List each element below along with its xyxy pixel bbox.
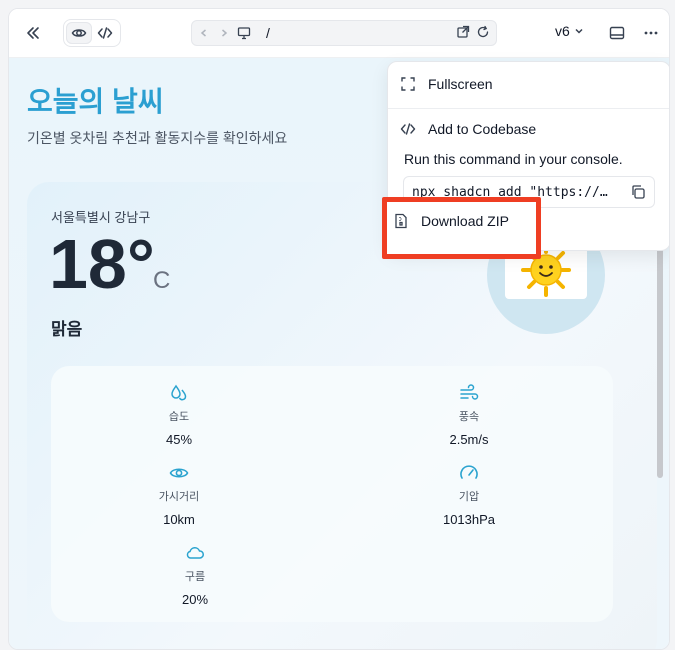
monitor-icon [237, 27, 251, 40]
toggle-panel-button[interactable] [605, 21, 629, 45]
stat-pressure: 기압 1013hPa [409, 462, 529, 527]
refresh-icon [477, 25, 489, 38]
code-tab[interactable] [92, 22, 118, 44]
fullscreen-icon [401, 77, 415, 91]
menu-item-label: Download ZIP [421, 213, 509, 229]
chevron-left-icon [200, 29, 206, 37]
stat-label: 가시거리 [158, 491, 200, 503]
stat-value: 45% [165, 432, 193, 447]
menu-description: Run this command in your console. [404, 151, 623, 167]
version-select[interactable]: v6 [555, 23, 584, 39]
stat-label: 풍속 [458, 411, 480, 423]
stat-cloud: 구름 20% [135, 542, 255, 607]
external-link-icon [457, 25, 470, 38]
temperature-value: 18° [49, 225, 155, 303]
code-icon [400, 123, 416, 135]
stat-label: 기압 [458, 491, 480, 503]
eye-icon [169, 468, 189, 478]
back-button[interactable] [196, 25, 212, 41]
weather-card: 서울특별시 강남구 18° C 맑음 습도 45% 풍속 2.5m/s 가시거리… [27, 182, 657, 649]
code-icon [97, 27, 113, 39]
toolbar: / v6 [9, 9, 669, 58]
open-new-tab-button[interactable] [456, 25, 470, 44]
device-button[interactable] [236, 25, 252, 41]
cloud-icon [186, 547, 204, 559]
page-subtitle: 기온별 옷차림 추천과 활동지수를 확인하세요 [27, 130, 288, 146]
wind-icon [460, 384, 479, 400]
stat-value: 10km [163, 512, 195, 527]
url-path[interactable]: / [266, 25, 270, 41]
page-title: 오늘의 날씨 [27, 86, 164, 117]
menu-divider [388, 108, 669, 109]
url-bar: / [191, 20, 497, 46]
chevron-down-icon [575, 28, 583, 34]
stat-value: 1013hPa [442, 512, 496, 527]
stat-value: 2.5m/s [449, 432, 489, 447]
weather-condition: 맑음 [51, 320, 83, 339]
copy-button[interactable] [630, 184, 646, 205]
stat-wind: 풍속 2.5m/s [409, 382, 529, 447]
menu-item-label: Add to Codebase [428, 121, 537, 137]
stat-label: 구름 [184, 571, 206, 583]
refresh-button[interactable] [476, 25, 490, 44]
collapse-sidebar-button[interactable] [21, 21, 45, 45]
stat-label: 습도 [168, 411, 190, 423]
weather-stats-panel: 습도 45% 풍속 2.5m/s 가시거리 10km 기압 1013hPa 구름… [51, 366, 613, 622]
app-window: / v6 오늘의 날씨 기온별 옷차림 추천과 활동지수를 확인하세요 서울특별… [8, 8, 670, 650]
stat-value: 20% [181, 592, 209, 607]
forward-button[interactable] [216, 25, 232, 41]
menu-item-download-zip[interactable]: Download ZIP [393, 213, 509, 229]
more-options-button[interactable] [639, 21, 663, 45]
version-label: v6 [555, 23, 570, 39]
menu-item-label: Fullscreen [428, 76, 493, 92]
view-toggle [63, 19, 121, 47]
stat-humidity: 습도 45% [119, 382, 239, 447]
eye-icon [71, 29, 87, 37]
preview-tab[interactable] [66, 22, 92, 44]
menu-item-add-to-codebase[interactable]: Add to Codebase [400, 121, 536, 137]
stat-visibility: 가시거리 10km [119, 462, 239, 527]
double-chevron-left-icon [27, 27, 39, 39]
chevron-right-icon [222, 29, 228, 37]
menu-item-fullscreen[interactable]: Fullscreen [400, 76, 493, 92]
more-icon [644, 31, 658, 35]
droplets-icon [171, 384, 187, 401]
file-zip-icon [395, 213, 407, 229]
copy-icon [632, 185, 645, 199]
panel-icon [609, 26, 625, 40]
gauge-icon [460, 465, 478, 479]
temperature-unit: C [153, 267, 171, 294]
